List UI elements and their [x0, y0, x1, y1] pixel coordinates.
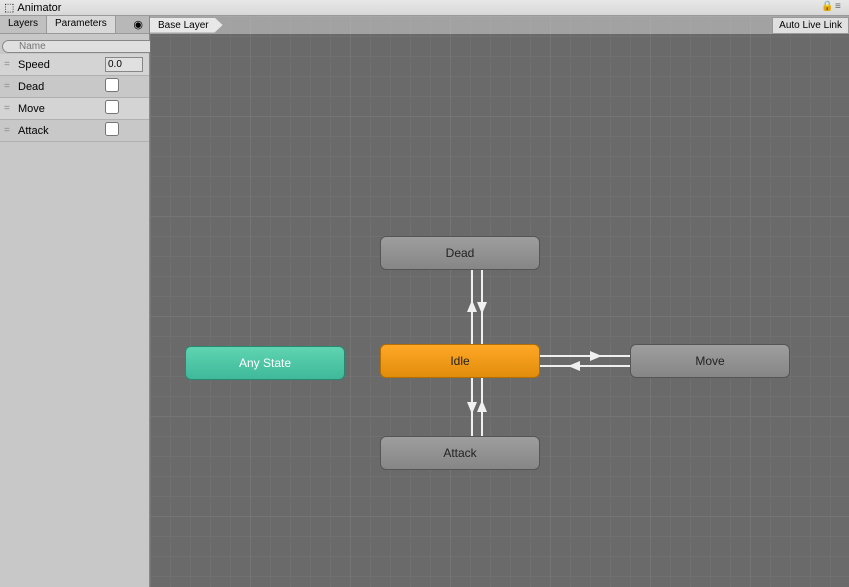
- parameter-list: = Speed = Dead = Move = Attack: [0, 54, 149, 587]
- parameter-name: Move: [16, 103, 105, 115]
- drag-handle-icon[interactable]: =: [4, 59, 16, 70]
- parameter-bool-input[interactable]: [105, 100, 119, 114]
- tab-layers[interactable]: Layers: [0, 16, 47, 33]
- lock-icon[interactable]: 🔒: [821, 1, 831, 11]
- parameter-row[interactable]: = Dead: [0, 76, 149, 98]
- parameter-row[interactable]: = Attack: [0, 120, 149, 142]
- node-label: Dead: [446, 246, 475, 260]
- window-title: Animator: [17, 2, 61, 14]
- state-node-anystate[interactable]: Any State: [185, 346, 345, 380]
- parameter-name: Speed: [16, 59, 105, 71]
- window-title-bar: ⬚ Animator 🔒 ≡: [0, 0, 849, 16]
- parameters-panel: Layers Parameters ◉ + = Speed = Dead =: [0, 16, 150, 587]
- state-node-move[interactable]: Move: [630, 344, 790, 378]
- window-controls: 🔒 ≡: [821, 1, 845, 11]
- state-node-attack[interactable]: Attack: [380, 436, 540, 470]
- parameter-row[interactable]: = Speed: [0, 54, 149, 76]
- state-node-dead[interactable]: Dead: [380, 236, 540, 270]
- node-label: Move: [695, 354, 724, 368]
- graph-canvas[interactable]: Base Layer Auto Live Link Any State Dead…: [150, 16, 849, 587]
- search-input[interactable]: [2, 40, 158, 53]
- node-label: Any State: [239, 356, 291, 370]
- parameter-name: Attack: [16, 125, 105, 137]
- auto-live-link-button[interactable]: Auto Live Link: [772, 17, 849, 34]
- menu-icon[interactable]: ≡: [835, 1, 845, 11]
- parameter-bool-input[interactable]: [105, 122, 119, 136]
- parameter-bool-input[interactable]: [105, 78, 119, 92]
- drag-handle-icon[interactable]: =: [4, 81, 16, 92]
- grid-background: [150, 16, 849, 587]
- node-label: Idle: [450, 354, 469, 368]
- parameter-float-input[interactable]: [105, 57, 143, 72]
- state-node-idle[interactable]: Idle: [380, 344, 540, 378]
- visibility-icon[interactable]: ◉: [127, 16, 149, 33]
- drag-handle-icon[interactable]: =: [4, 103, 16, 114]
- breadcrumb[interactable]: Base Layer: [150, 18, 223, 33]
- parameter-name: Dead: [16, 81, 105, 93]
- animator-icon: ⬚: [4, 1, 14, 14]
- node-label: Attack: [443, 446, 476, 460]
- drag-handle-icon[interactable]: =: [4, 125, 16, 136]
- parameter-row[interactable]: = Move: [0, 98, 149, 120]
- tab-parameters[interactable]: Parameters: [47, 16, 116, 33]
